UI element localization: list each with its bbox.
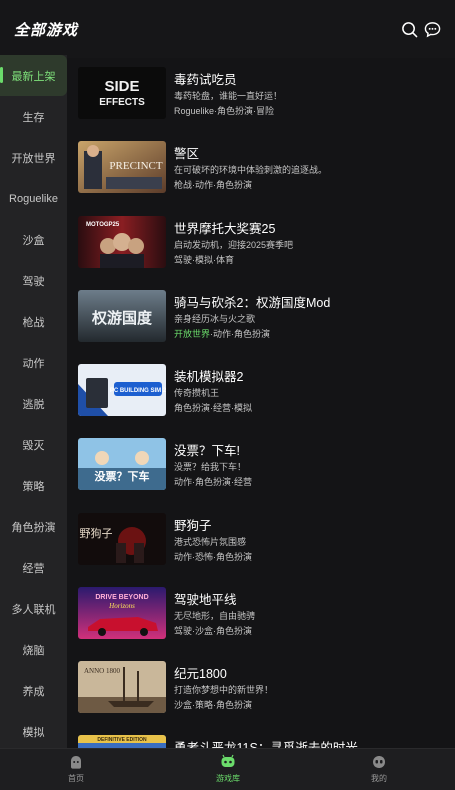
svg-text:EFFECTS: EFFECTS [99, 97, 145, 108]
game-description: 在可破坏的环境中体验刺激的追逐战。 [174, 165, 328, 175]
game-card[interactable]: 没票？下车 没票？下车! 没票？给我下车！ 动作·角色扮演·经营 [78, 438, 448, 498]
sidebar-item-driving[interactable]: 驾驶 [0, 260, 67, 301]
game-title: 毒药试吃员 [174, 73, 237, 87]
game-tag-highlight: 开放世界 [174, 329, 211, 339]
sidebar-item-strategy[interactable]: 策略 [0, 465, 67, 506]
sidebar-item-sandbox[interactable]: 沙盒 [0, 219, 67, 260]
game-card[interactable]: PC BUILDING SIM 2 装机模拟器2 传奇攒机王 角色扮演·经营·模… [78, 364, 448, 424]
game-tags: 驾驶·沙盒·角色扮演 [174, 626, 252, 636]
svg-text:DEFINITIVE EDITION: DEFINITIVE EDITION [97, 737, 147, 743]
game-tags: 动作·角色扮演·经营 [174, 477, 252, 487]
game-title: 驾驶地平线 [174, 593, 237, 607]
game-description: 传奇攒机王 [174, 388, 220, 398]
game-title: 野狗子 [174, 519, 212, 533]
game-tags: 枪战·动作·角色扮演 [174, 180, 252, 190]
sidebar-item-roguelike[interactable]: Roguelike [0, 178, 67, 219]
home-icon [71, 756, 81, 769]
tab-home[interactable]: 首页 [46, 754, 106, 784]
game-card[interactable]: 野狗子 野狗子 港式恐怖片氛围感 动作·恐怖·角色扮演 [78, 513, 448, 573]
sidebar-item-management[interactable]: 经营 [0, 547, 67, 588]
search-icon[interactable] [401, 21, 418, 38]
svg-text:野狗子: 野狗子 [80, 527, 113, 540]
message-icon[interactable] [424, 21, 441, 38]
svg-text:没票？下车: 没票？下车 [95, 469, 150, 483]
game-tags: 角色扮演·经营·模拟 [174, 403, 252, 413]
game-description: 启动发动机，迎接2025赛季吧 [174, 240, 294, 250]
bottom-tab-bar: 首页 游戏库 我的 [0, 748, 455, 790]
game-description: 港式恐怖片氛围感 [174, 537, 247, 547]
svg-text:权游国度: 权游国度 [91, 309, 153, 327]
page-title: 全部游戏 [14, 22, 79, 39]
game-tags: 驾驶·模拟·体育 [174, 255, 234, 265]
game-tags: 沙盒·策略·角色扮演 [174, 700, 252, 710]
svg-text:SIDE: SIDE [104, 78, 139, 95]
game-description: 无尽地形，自由驰骋 [174, 611, 256, 621]
game-title: 装机模拟器2 [174, 370, 244, 384]
game-card[interactable]: SIDE EFFECTS 毒药试吃员 毒药轮盘，谁能一直好运！ Roguelik… [78, 67, 448, 127]
game-title: 世界摩托大奖赛25 [174, 222, 276, 236]
game-card[interactable]: MOTOGP25 世界摩托大奖赛25 启动发动机，迎接2025赛季吧 驾驶·模拟… [78, 216, 448, 276]
sidebar-item-survival[interactable]: 生存 [0, 96, 67, 137]
game-description: 毒药轮盘，谁能一直好运！ [174, 91, 283, 101]
game-title: 没票？下车! [174, 444, 240, 458]
profile-icon [373, 756, 385, 768]
game-tags: 动作·恐怖·角色扮演 [174, 552, 252, 562]
game-card[interactable]: DEFINITIVE EDITION 勇者斗恶龙11S：寻觅逝去的时光 [78, 735, 448, 748]
game-card[interactable]: ANNO 1800 纪元1800 打造你梦想中的新世界！ 沙盒·策略·角色扮演 [78, 661, 448, 721]
sidebar-item-newest[interactable]: 最新上架 [0, 55, 67, 96]
game-title: 骑马与砍杀2：权游国度Mod [174, 296, 331, 310]
sidebar-item-puzzle[interactable]: 烧脑 [0, 629, 67, 670]
game-title: 纪元1800 [174, 667, 227, 681]
game-cover: 野狗子 [78, 513, 166, 565]
top-header: 全部游戏 [0, 0, 455, 58]
sidebar-item-escape[interactable]: 逃脱 [0, 383, 67, 424]
sidebar-item-action[interactable]: 动作 [0, 342, 67, 383]
svg-text:PC BUILDING SIM 2: PC BUILDING SIM 2 [110, 388, 166, 394]
game-cover: PC BUILDING SIM 2 [78, 364, 166, 416]
game-description: 打造你梦想中的新世界！ [174, 685, 274, 695]
tab-profile[interactable]: 我的 [349, 754, 409, 784]
game-title: 勇者斗恶龙11S：寻觅逝去的时光 [174, 741, 358, 748]
sidebar-item-destruction[interactable]: 毁灭 [0, 424, 67, 465]
svg-text:DRIVE BEYOND: DRIVE BEYOND [95, 594, 148, 601]
game-cover: SIDE EFFECTS [78, 67, 166, 119]
game-cover: 权游国度 [78, 290, 166, 342]
game-tags: Roguelike·角色扮演·冒险 [174, 106, 275, 116]
svg-text:PRECINCT: PRECINCT [109, 160, 162, 172]
game-list: SIDE EFFECTS 毒药试吃员 毒药轮盘，谁能一直好运！ Roguelik… [67, 58, 455, 748]
svg-text:ANNO 1800: ANNO 1800 [84, 667, 120, 675]
game-tag-rest: ·动作·角色扮演 [210, 329, 271, 339]
game-cover: DRIVE BEYOND Horizons [78, 587, 166, 639]
game-tags: 开放世界·动作·角色扮演 [174, 327, 270, 340]
svg-text:Horizons: Horizons [108, 602, 135, 610]
sidebar-item-rpg[interactable]: 角色扮演 [0, 506, 67, 547]
sidebar-item-multiplayer[interactable]: 多人联机 [0, 588, 67, 629]
game-card[interactable]: PRECINCT 警区 在可破坏的环境中体验刺激的追逐战。 枪战·动作·角色扮演 [78, 141, 448, 201]
game-cover: ANNO 1800 [78, 661, 166, 713]
sidebar-item-open-world[interactable]: 开放世界 [0, 137, 67, 178]
tab-game-library-label: 游戏库 [216, 774, 240, 783]
game-card[interactable]: 权游国度 骑马与砍杀2：权游国度Mod 亲身经历冰与火之歌 开放世界·动作·角色… [78, 290, 448, 350]
sidebar-item-raising[interactable]: 养成 [0, 670, 67, 711]
svg-text:MOTOGP25: MOTOGP25 [86, 222, 120, 228]
game-cover: DEFINITIVE EDITION [78, 735, 166, 748]
tab-home-label: 首页 [68, 774, 84, 783]
game-title: 警区 [174, 147, 200, 161]
sidebar-item-simulation[interactable]: 模拟 [0, 711, 67, 748]
game-description: 亲身经历冰与火之歌 [174, 314, 256, 324]
category-sidebar: 最新上架 生存 开放世界 Roguelike 沙盒 驾驶 枪战 动作 逃脱 毁灭… [0, 55, 67, 748]
sidebar-item-shooter[interactable]: 枪战 [0, 301, 67, 342]
tab-game-library[interactable]: 游戏库 [198, 754, 258, 784]
game-library-icon [221, 754, 235, 767]
game-cover: MOTOGP25 [78, 216, 166, 268]
game-description: 没票？给我下车！ [174, 462, 247, 472]
game-cover: 没票？下车 [78, 438, 166, 490]
tab-profile-label: 我的 [371, 774, 387, 783]
game-card[interactable]: DRIVE BEYOND Horizons 驾驶地平线 无尽地形，自由驰骋 驾驶… [78, 587, 448, 647]
game-cover: PRECINCT [78, 141, 166, 193]
